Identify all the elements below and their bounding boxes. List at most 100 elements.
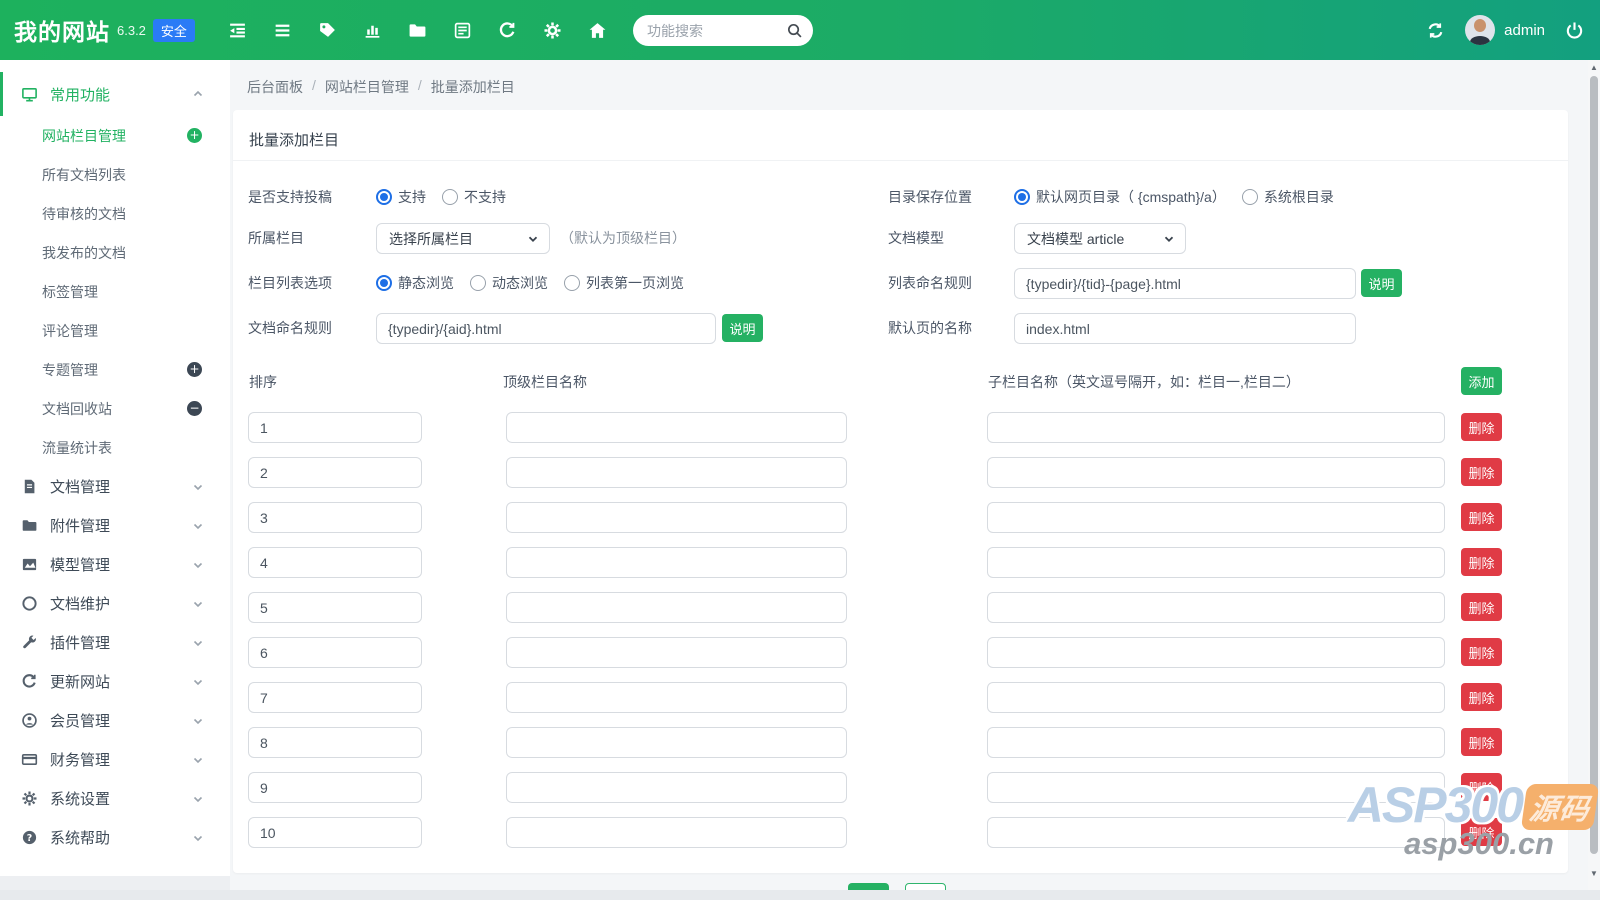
chevron-down-icon <box>192 832 204 844</box>
radio-default-dir-selected[interactable] <box>1014 189 1030 205</box>
scrollbar-thumb[interactable] <box>1590 76 1598 854</box>
form-icon[interactable] <box>453 21 472 40</box>
search-input[interactable] <box>647 23 786 39</box>
sub-category-input[interactable] <box>987 727 1445 758</box>
delete-row-button[interactable]: 删除 <box>1461 638 1502 666</box>
sort-input[interactable] <box>248 682 422 713</box>
gear-icon[interactable] <box>543 21 562 40</box>
sidebar-section-update-site[interactable]: 更新网站 <box>0 662 230 701</box>
sidebar-section-doc-manage[interactable]: 文档管理 <box>0 467 230 506</box>
default-page-input[interactable] <box>1014 313 1356 344</box>
tag-icon[interactable] <box>318 21 337 40</box>
sidebar-item-recycle-bin[interactable]: 文档回收站 − <box>0 389 230 428</box>
sidebar-item-pending-documents[interactable]: 待审核的文档 <box>0 194 230 233</box>
sidebar-section-common[interactable]: 常用功能 <box>0 72 230 116</box>
top-category-input[interactable] <box>506 682 847 713</box>
sort-input[interactable] <box>248 817 422 848</box>
radio-static-selected[interactable] <box>376 275 392 291</box>
add-row-button[interactable]: 添加 <box>1461 367 1502 395</box>
radio-root-dir[interactable] <box>1242 189 1258 205</box>
refresh-icon[interactable] <box>498 21 517 40</box>
sort-input[interactable] <box>248 772 422 803</box>
scroll-up-arrow[interactable]: ▲ <box>1588 60 1600 74</box>
delete-row-button[interactable]: 删除 <box>1461 458 1502 486</box>
delete-row-button[interactable]: 删除 <box>1461 818 1502 846</box>
sidebar-section-system-help[interactable]: ? 系统帮助 <box>0 818 230 857</box>
sub-category-input[interactable] <box>987 547 1445 578</box>
sub-category-input[interactable] <box>987 412 1445 443</box>
delete-row-button[interactable]: 删除 <box>1461 503 1502 531</box>
sidebar-item-site-category-manage[interactable]: 网站栏目管理 + <box>0 116 230 155</box>
sidebar-section-plugin-manage[interactable]: 插件管理 <box>0 623 230 662</box>
delete-row-button[interactable]: 删除 <box>1461 593 1502 621</box>
search-icon[interactable] <box>786 22 803 39</box>
sort-input[interactable] <box>248 637 422 668</box>
sort-input[interactable] <box>248 592 422 623</box>
sort-input[interactable] <box>248 502 422 533</box>
sync-icon[interactable] <box>1426 21 1445 40</box>
home-icon[interactable] <box>588 21 607 40</box>
sidebar-section-finance-manage[interactable]: 财务管理 <box>0 740 230 779</box>
radio-dynamic[interactable] <box>470 275 486 291</box>
power-icon[interactable] <box>1565 21 1584 40</box>
sidebar-section-doc-maintain[interactable]: 文档维护 <box>0 584 230 623</box>
sidebar-section-system-settings[interactable]: 系统设置 <box>0 779 230 818</box>
circle-icon <box>20 595 38 613</box>
minus-circle-icon[interactable]: − <box>187 401 202 416</box>
top-category-input[interactable] <box>506 502 847 533</box>
sub-category-input[interactable] <box>987 592 1445 623</box>
top-category-input[interactable] <box>506 457 847 488</box>
sidebar-item-comment-manage[interactable]: 评论管理 <box>0 311 230 350</box>
delete-row-button[interactable]: 删除 <box>1461 773 1502 801</box>
sidebar-item-traffic-stats[interactable]: 流量统计表 <box>0 428 230 467</box>
sidebar-section-attachment-manage[interactable]: 附件管理 <box>0 506 230 545</box>
sub-category-input[interactable] <box>987 457 1445 488</box>
top-category-input[interactable] <box>506 727 847 758</box>
dir-save-radios: 默认网页目录（ {cmspath}/a） 系统根目录 <box>1014 183 1344 211</box>
sub-category-input[interactable] <box>987 817 1445 848</box>
scroll-down-arrow[interactable]: ▼ <box>1588 866 1600 880</box>
top-category-input[interactable] <box>506 817 847 848</box>
top-category-input[interactable] <box>506 592 847 623</box>
parent-category-select[interactable]: 选择所属栏目 <box>376 223 550 254</box>
top-category-input[interactable] <box>506 547 847 578</box>
list-rule-help-button[interactable]: 说明 <box>1361 269 1402 297</box>
top-category-input[interactable] <box>506 772 847 803</box>
breadcrumb-dashboard[interactable]: 后台面板 <box>247 77 303 97</box>
sidebar-item-all-documents[interactable]: 所有文档列表 <box>0 155 230 194</box>
radio-first-page[interactable] <box>564 275 580 291</box>
sidebar-item-topic-manage[interactable]: 专题管理 + <box>0 350 230 389</box>
plus-circle-icon[interactable]: + <box>187 128 202 143</box>
sort-input[interactable] <box>248 727 422 758</box>
doc-rule-help-button[interactable]: 说明 <box>722 314 763 342</box>
list-rule-input[interactable] <box>1014 268 1356 299</box>
delete-row-button[interactable]: 删除 <box>1461 548 1502 576</box>
delete-row-button[interactable]: 删除 <box>1461 413 1502 441</box>
doc-rule-input[interactable] <box>376 313 716 344</box>
delete-row-button[interactable]: 删除 <box>1461 728 1502 756</box>
sidebar-section-model-manage[interactable]: 模型管理 <box>0 545 230 584</box>
radio-support-selected[interactable] <box>376 189 392 205</box>
sub-category-input[interactable] <box>987 637 1445 668</box>
sub-category-input[interactable] <box>987 772 1445 803</box>
sidebar-section-member-manage[interactable]: 会员管理 <box>0 701 230 740</box>
top-category-input[interactable] <box>506 412 847 443</box>
sort-input[interactable] <box>248 547 422 578</box>
sub-category-input[interactable] <box>987 682 1445 713</box>
top-category-input[interactable] <box>506 637 847 668</box>
sort-input[interactable] <box>248 457 422 488</box>
sort-input[interactable] <box>248 412 422 443</box>
menu-icon[interactable] <box>273 21 292 40</box>
outdent-icon[interactable] <box>228 21 247 40</box>
sub-category-input[interactable] <box>987 502 1445 533</box>
sidebar-item-tag-manage[interactable]: 标签管理 <box>0 272 230 311</box>
chart-icon[interactable] <box>363 21 382 40</box>
doc-model-select[interactable]: 文档模型 article <box>1014 223 1186 254</box>
breadcrumb-category-manage[interactable]: 网站栏目管理 <box>325 77 409 97</box>
radio-not-support[interactable] <box>442 189 458 205</box>
user-menu[interactable]: admin <box>1465 15 1545 45</box>
delete-row-button[interactable]: 删除 <box>1461 683 1502 711</box>
folder-icon[interactable] <box>408 21 427 40</box>
sidebar-item-my-documents[interactable]: 我发布的文档 <box>0 233 230 272</box>
plus-circle-icon[interactable]: + <box>187 362 202 377</box>
